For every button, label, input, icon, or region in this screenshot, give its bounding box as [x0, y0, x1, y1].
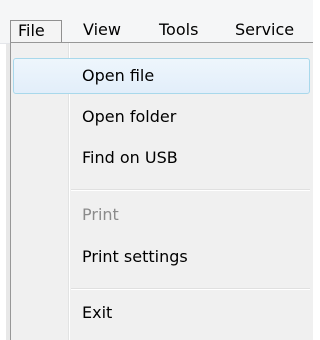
- menu-service[interactable]: Service: [235, 20, 294, 42]
- menu-item-print-settings[interactable]: Print settings: [13, 240, 310, 276]
- menu-item-exit[interactable]: Exit: [13, 296, 310, 332]
- menu-item-print: Print: [82, 205, 119, 224]
- menu-separator: [71, 189, 310, 191]
- menu-separator: [71, 288, 310, 290]
- menu-item-find-on-usb[interactable]: Find on USB: [13, 141, 310, 177]
- file-dropdown-menu: Open file Open folder Find on USB Print …: [10, 42, 313, 340]
- menu-view[interactable]: View: [83, 20, 121, 42]
- menu-item-open-file[interactable]: Open file: [13, 58, 310, 94]
- menu-file[interactable]: File: [10, 20, 62, 42]
- menu-bar: File View Tools Service: [0, 0, 313, 44]
- menu-tools[interactable]: Tools: [159, 20, 198, 42]
- menu-item-open-folder[interactable]: Open folder: [13, 100, 310, 136]
